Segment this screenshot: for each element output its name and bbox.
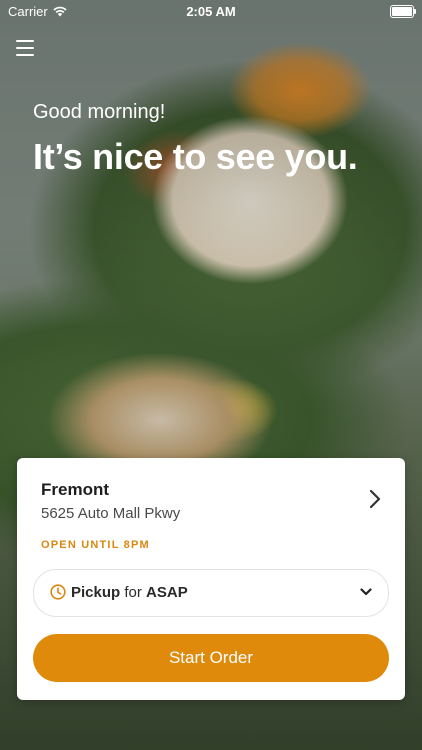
chevron-down-icon bbox=[360, 588, 372, 596]
pickup-time-selector[interactable]: Pickup for ASAP bbox=[33, 569, 389, 617]
greeting-text: Good morning! bbox=[33, 101, 166, 123]
order-method: Pickup bbox=[71, 584, 121, 601]
menu-icon[interactable] bbox=[16, 40, 34, 56]
start-order-button[interactable]: Start Order bbox=[33, 634, 389, 682]
store-name[interactable]: Fremont bbox=[41, 480, 109, 500]
battery-icon bbox=[390, 5, 416, 18]
status-bar: Carrier 2:05 AM bbox=[0, 0, 422, 24]
order-connector: for bbox=[124, 584, 142, 601]
order-time: ASAP bbox=[146, 584, 188, 601]
store-address: 5625 Auto Mall Pkwy bbox=[41, 505, 181, 522]
store-hours: OPEN UNTIL 8PM bbox=[41, 539, 150, 551]
pickup-label: Pickup for ASAP bbox=[71, 584, 188, 601]
clock-icon bbox=[50, 584, 66, 600]
order-card: Fremont 5625 Auto Mall Pkwy OPEN UNTIL 8… bbox=[17, 458, 405, 700]
chevron-right-icon[interactable] bbox=[367, 488, 383, 510]
welcome-headline: It’s nice to see you. bbox=[33, 136, 358, 177]
status-time: 2:05 AM bbox=[186, 4, 236, 19]
